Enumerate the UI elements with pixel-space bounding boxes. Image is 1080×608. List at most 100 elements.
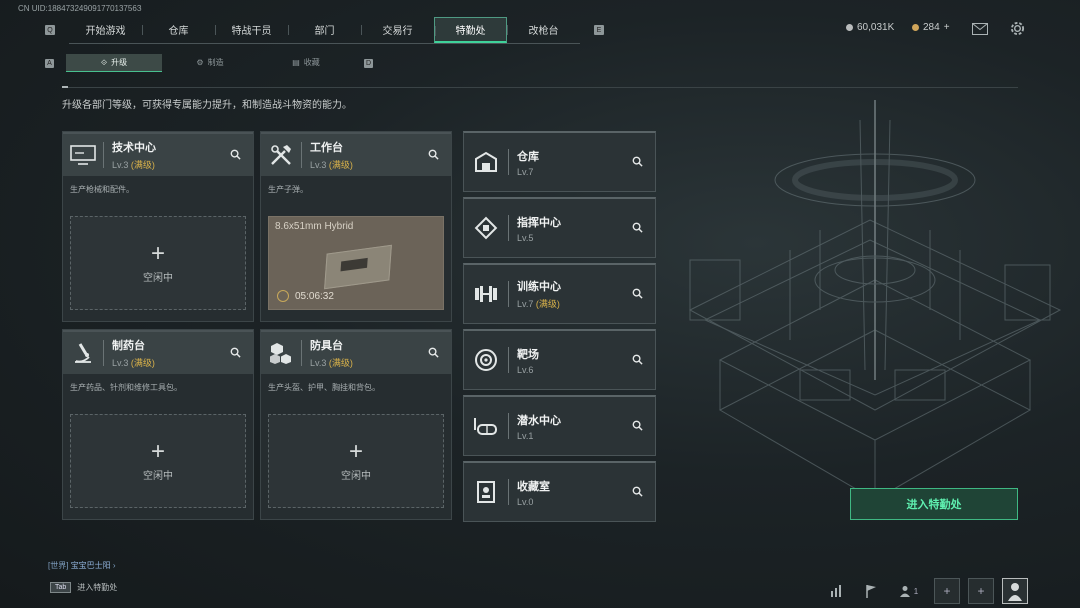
subtab-craft[interactable]: ⚙ 制造 [162,54,258,71]
card-title: 制药台 [112,340,145,352]
facility-command-center[interactable]: 指挥中心 Lv.5 [463,197,656,258]
search-icon[interactable] [629,285,645,301]
search-icon[interactable] [425,146,441,162]
add-slot-1-button[interactable]: + [934,578,960,604]
subnav-prev-key[interactable]: A [45,58,54,68]
subnav-next-key[interactable]: D [364,58,373,68]
stats-icon[interactable] [824,578,850,604]
chat-sender: 宝宝巴士阳 [70,561,111,570]
tab-warehouse[interactable]: 仓库 [142,17,215,43]
chat-channel: [世界] [48,561,69,570]
chat-line[interactable]: [世界] 宝宝巴士阳 › [48,560,116,571]
facility-title: 潜水中心 [517,414,561,427]
divider-accent [62,86,68,88]
tab-special-ops[interactable]: 特勤处 [434,16,507,43]
separator [103,142,104,168]
facility-title: 指挥中心 [517,216,561,229]
diving-mask-icon [464,404,508,448]
ticket-balance[interactable]: 284 + [912,22,950,33]
bottom-toolbar: 1 + + [824,578,1028,604]
facility-diving-center[interactable]: 潜水中心 Lv.1 [463,395,656,456]
search-icon[interactable] [227,146,243,162]
production-slot-empty[interactable]: + 空闲中 [268,414,444,508]
tab-operators[interactable]: 特战干员 [215,17,288,43]
enter-special-ops-button[interactable]: 进入特勤处 [850,488,1018,520]
production-timer: 05:06:32 [295,291,334,302]
facility-model-illustration [688,100,1062,501]
tab-department[interactable]: 部门 [288,17,361,43]
level-value: Lv.0 [517,496,534,507]
player-avatar[interactable] [1002,578,1028,604]
card-header: 制药台 Lv.3 (满级) [63,330,253,374]
level-value: Lv.3 [112,358,129,368]
card-workbench[interactable]: 工作台 Lv.3 (满级) 生产子弹。 8.6x51mm Hybrid 05:0… [260,131,452,322]
add-icon: + [348,437,363,465]
coin-amount: 60,031K [857,22,895,33]
search-icon[interactable] [629,351,645,367]
dumbbell-icon [464,272,508,316]
card-armor-bench[interactable]: 防具台 Lv.3 (满级) 生产头盔、护甲、胸挂和背包。 + 空闲中 [260,329,452,520]
separator [508,347,509,373]
level-value: Lv.5 [517,232,534,243]
add-icon: + [150,239,165,267]
card-header: 防具台 Lv.3 (满级) [261,330,451,374]
level-value: Lv.7 [517,299,534,309]
search-icon[interactable] [629,417,645,433]
upgrade-icon: ⟐ [100,57,108,67]
coin-balance[interactable]: 60,031K [846,22,894,33]
facility-shooting-range[interactable]: 靶场 Lv.6 [463,329,656,390]
mail-icon[interactable] [972,22,988,40]
card-level: Lv.3 (满级) [310,158,353,171]
production-slot-empty[interactable]: + 空闲中 [70,414,246,508]
separator [301,340,302,366]
subtab-collect[interactable]: ▤ 收藏 [258,54,354,71]
add-slot-2-button[interactable]: + [968,578,994,604]
subtab-collect-label: 收藏 [303,58,320,67]
microscope-icon [63,333,103,373]
timer-icon [277,290,289,302]
coin-icon [846,24,853,31]
nav-next-key[interactable]: E [594,25,604,35]
settings-gear-icon[interactable] [1010,21,1025,41]
subtab-upgrade[interactable]: ⟐ 升级 [66,54,162,72]
nav-tabs: 开始游戏 仓库 特战干员 部门 交易行 特勤处 改枪台 [69,16,580,44]
friends-button[interactable]: 1 [892,578,926,604]
flag-icon[interactable] [858,578,884,604]
card-tech-center[interactable]: 技术中心 Lv.3 (满级) 生产枪械和配件。 + 空闲中 [62,131,254,322]
facility-warehouse[interactable]: 仓库 Lv.7 [463,131,656,192]
separator [508,215,509,241]
key-hint[interactable]: Tab 进入特勤处 [50,582,117,593]
separator [508,149,509,175]
facility-level: Lv.5 [517,233,561,243]
card-title: 技术中心 [112,142,156,154]
subtab-craft-label: 制造 [207,58,224,67]
card-header: 技术中心 Lv.3 (满级) [63,132,253,176]
card-pharmacy[interactable]: 制药台 Lv.3 (满级) 生产药品、针剂和维修工具包。 + 空闲中 [62,329,254,520]
tab-start-game[interactable]: 开始游戏 [69,17,142,43]
card-description: 生产枪械和配件。 [70,185,134,194]
subtab-upgrade-label: 升级 [111,58,128,67]
facility-collection-room[interactable]: 收藏室 Lv.0 [463,461,656,522]
search-icon[interactable] [629,219,645,235]
separator [508,281,509,307]
cubes-icon [261,333,301,373]
search-icon[interactable] [629,153,645,169]
facility-training-center[interactable]: 训练中心 Lv.7 (满级) [463,263,656,324]
nav-prev-key[interactable]: Q [45,25,55,35]
display-case-icon [464,470,508,514]
production-slot-active[interactable]: 8.6x51mm Hybrid 05:06:32 [268,216,444,310]
search-icon[interactable] [425,344,441,360]
ticket-add-icon[interactable]: + [944,22,950,33]
search-icon[interactable] [629,483,645,499]
production-slot-empty[interactable]: + 空闲中 [70,216,246,310]
tab-trade[interactable]: 交易行 [361,17,434,43]
search-icon[interactable] [227,344,243,360]
facility-level: Lv.6 [517,365,539,375]
level-value: Lv.7 [517,166,534,177]
chat-expand-icon: › [112,561,116,570]
facility-level: Lv.0 [517,497,550,507]
tab-key: Tab [50,582,72,593]
level-value: Lv.1 [517,430,534,441]
separator [508,413,509,439]
tab-gunsmith[interactable]: 改枪台 [507,17,580,43]
